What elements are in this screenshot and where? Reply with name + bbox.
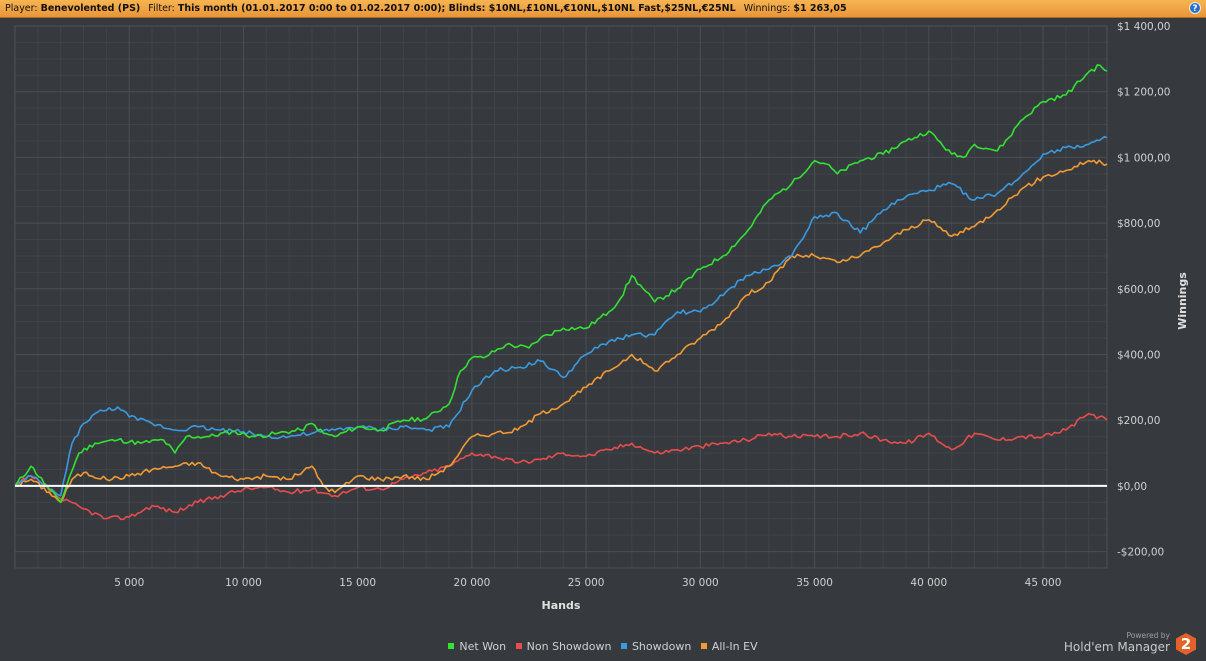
legend-label: All-In EV	[711, 640, 758, 653]
y-tick-label: -$200,00	[1117, 547, 1164, 559]
filter-field: Filter: This month (01.01.2017 0:00 to 01…	[148, 0, 735, 17]
chart-legend: Net Won Non Showdown Showdown All-In EV	[0, 640, 1206, 653]
x-tick-label: 25 000	[568, 577, 605, 589]
winnings-label: Winnings:	[743, 3, 791, 14]
x-axis-label: Hands	[542, 599, 581, 612]
player-field: Player: Benevolented (PS)	[5, 0, 140, 17]
x-tick-label: 45 000	[1025, 577, 1062, 589]
y-axis: -$200,00 $0,00 $200,00 $400,00 $600,00 $800,0…	[1117, 21, 1170, 559]
x-tick-label: 30 000	[682, 577, 719, 589]
hm2-logo-icon: 2	[1176, 633, 1196, 655]
x-tick-label: 40 000	[910, 577, 947, 589]
legend-swatch	[515, 643, 522, 649]
legend-non-showdown[interactable]: Non Showdown	[515, 640, 612, 653]
player-value[interactable]: Benevolented (PS)	[41, 3, 141, 14]
y-tick-label: $0,00	[1117, 481, 1147, 493]
branding: Powered by Hold'em Manager 2	[1064, 631, 1196, 659]
legend-swatch	[620, 643, 627, 649]
winnings-chart: 5 000 10 000 15 000 20 000 25 000 30 000 35 00…	[14, 21, 1189, 612]
y-tick-label: $200,00	[1117, 415, 1160, 427]
help-icon[interactable]: ?	[1189, 2, 1201, 14]
filter-label: Filter:	[148, 3, 175, 14]
y-tick-label: $1 400,00	[1117, 21, 1170, 33]
filter-bar: Player: Benevolented (PS) Filter: This mon…	[0, 0, 1206, 18]
legend-swatch	[448, 643, 455, 649]
x-tick-label: 10 000	[225, 577, 262, 589]
y-tick-label: $1 000,00	[1117, 152, 1170, 164]
y-axis-label: Winnings	[1176, 272, 1189, 330]
chart-series	[14, 64, 1108, 521]
x-axis: 5 000 10 000 15 000 20 000 25 000 30 000 35 00…	[114, 577, 1061, 589]
y-tick-label: $600,00	[1117, 284, 1160, 296]
player-label: Player:	[5, 3, 38, 14]
y-tick-label: $1 200,00	[1117, 87, 1170, 99]
legend-showdown[interactable]: Showdown	[620, 640, 692, 653]
legend-label: Net Won	[459, 640, 507, 653]
y-tick-label: $400,00	[1117, 349, 1160, 361]
powered-by-text: Powered by	[1126, 631, 1170, 640]
all-in-ev-line	[14, 159, 1108, 504]
legend-all-in-ev[interactable]: All-In EV	[700, 640, 758, 653]
winnings-field: Winnings: $1 263,05	[744, 0, 847, 17]
x-tick-label: 35 000	[796, 577, 833, 589]
filter-value[interactable]: This month (01.01.2017 0:00 to 01.02.201…	[178, 3, 736, 14]
x-tick-label: 15 000	[339, 577, 376, 589]
legend-label: Non Showdown	[526, 640, 612, 653]
legend-label: Showdown	[631, 640, 692, 653]
x-tick-label: 20 000	[454, 577, 491, 589]
x-tick-label: 5 000	[114, 577, 144, 589]
brand-name: Hold'em Manager	[1063, 640, 1170, 654]
y-tick-label: $800,00	[1117, 218, 1160, 230]
legend-swatch	[700, 643, 707, 649]
winnings-value: $1 263,05	[793, 3, 847, 14]
legend-net-won[interactable]: Net Won	[448, 640, 506, 653]
